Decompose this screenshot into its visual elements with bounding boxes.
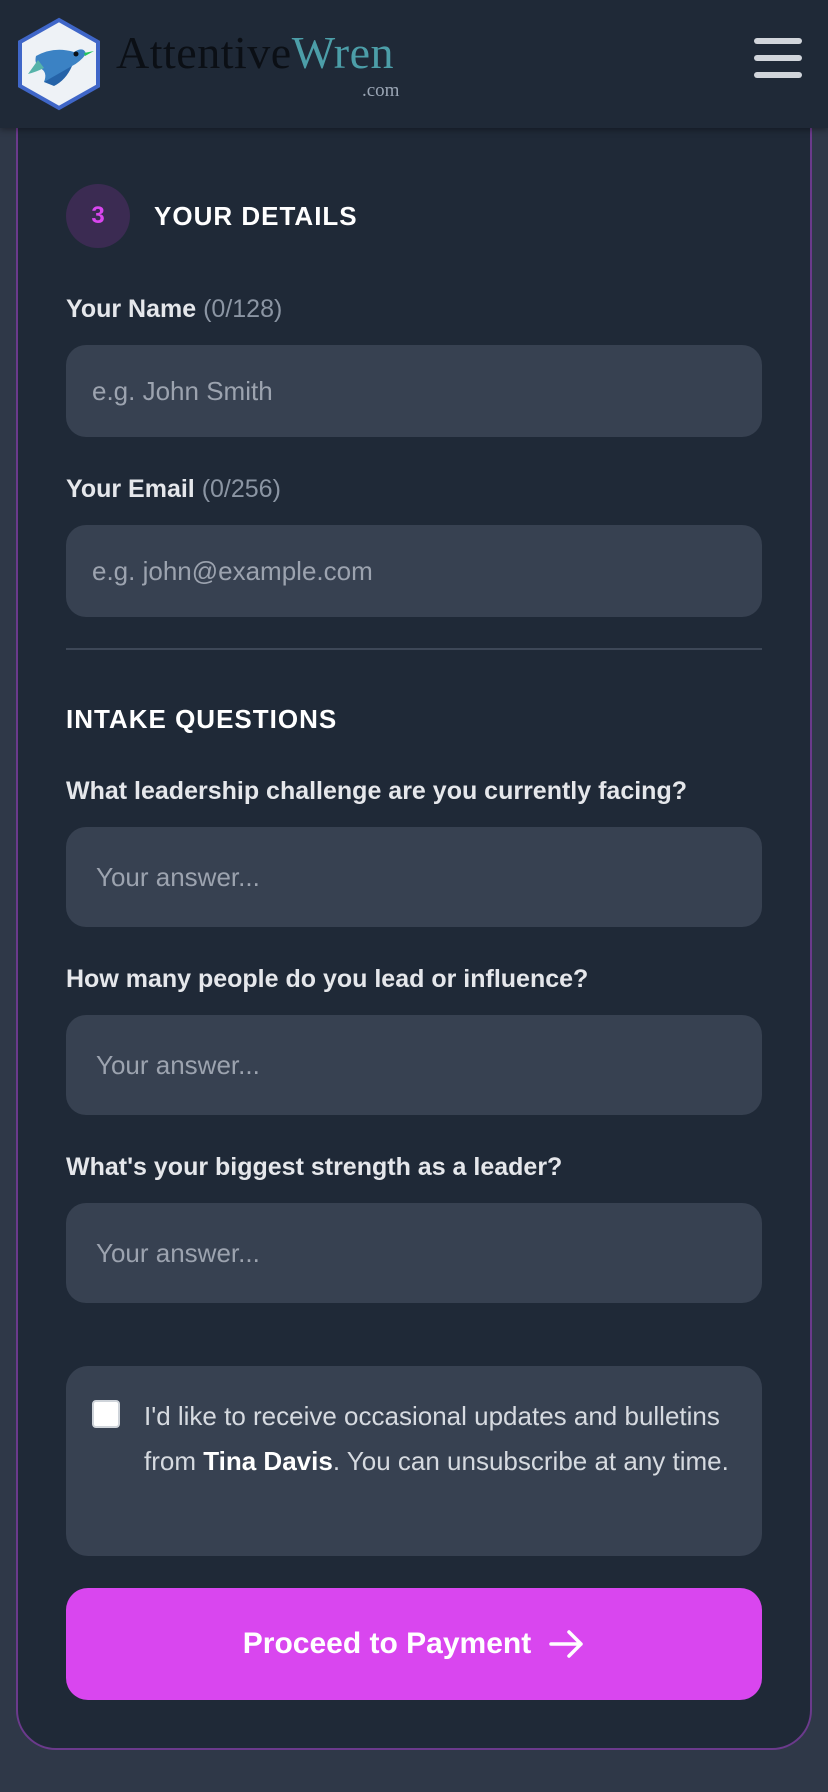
name-input[interactable] [66,345,762,437]
email-char-count: (0/256) [201,475,281,503]
question-answer-input[interactable] [66,1015,762,1115]
menu-bar-line [754,55,802,61]
consent-text-after: . You can unsubscribe at any time. [332,1446,729,1476]
email-input[interactable] [66,525,762,617]
question-answer-input[interactable] [66,1203,762,1303]
menu-bar-line [754,38,802,44]
step-number-badge: 3 [66,184,130,248]
site-header: AttentiveWren .com [0,0,828,128]
newsletter-consent-checkbox[interactable] [92,1400,120,1428]
wren-logo-icon[interactable] [14,16,104,112]
brand-name-part2: Wren [291,27,394,78]
email-field-label: Your Email (0/256) [66,472,762,506]
brand-name-part1: Attentive [116,27,292,78]
section-divider [66,648,762,650]
hamburger-menu-icon[interactable] [752,36,804,80]
consent-provider-name: Tina Davis [203,1446,333,1476]
question-answer-input[interactable] [66,827,762,927]
section-header-your-details: 3 YOUR DETAILS [66,184,762,248]
name-field-label: Your Name (0/128) [66,292,762,326]
question-label: What's your biggest strength as a leader… [66,1153,563,1181]
question-label: What leadership challenge are you curren… [66,777,687,805]
intake-questions-title: INTAKE QUESTIONS [66,704,338,734]
name-char-count: (0/128) [203,295,283,323]
brand-logo-text[interactable]: AttentiveWren [116,30,394,76]
section-title: YOUR DETAILS [154,200,358,231]
question-label: How many people do you lead or influence… [66,965,589,993]
email-label-text: Your Email [66,475,195,503]
arrow-right-icon [549,1630,583,1658]
submit-button-label: Proceed to Payment [242,1627,532,1660]
consent-text: I'd like to receive occasional updates a… [144,1394,744,1484]
proceed-to-payment-button[interactable]: Proceed to Payment [66,1588,762,1700]
menu-bar-line [754,72,802,78]
brand-domain-suffix: .com [362,80,400,101]
newsletter-consent-box: I'd like to receive occasional updates a… [66,1366,762,1556]
name-label-text: Your Name [66,295,197,323]
